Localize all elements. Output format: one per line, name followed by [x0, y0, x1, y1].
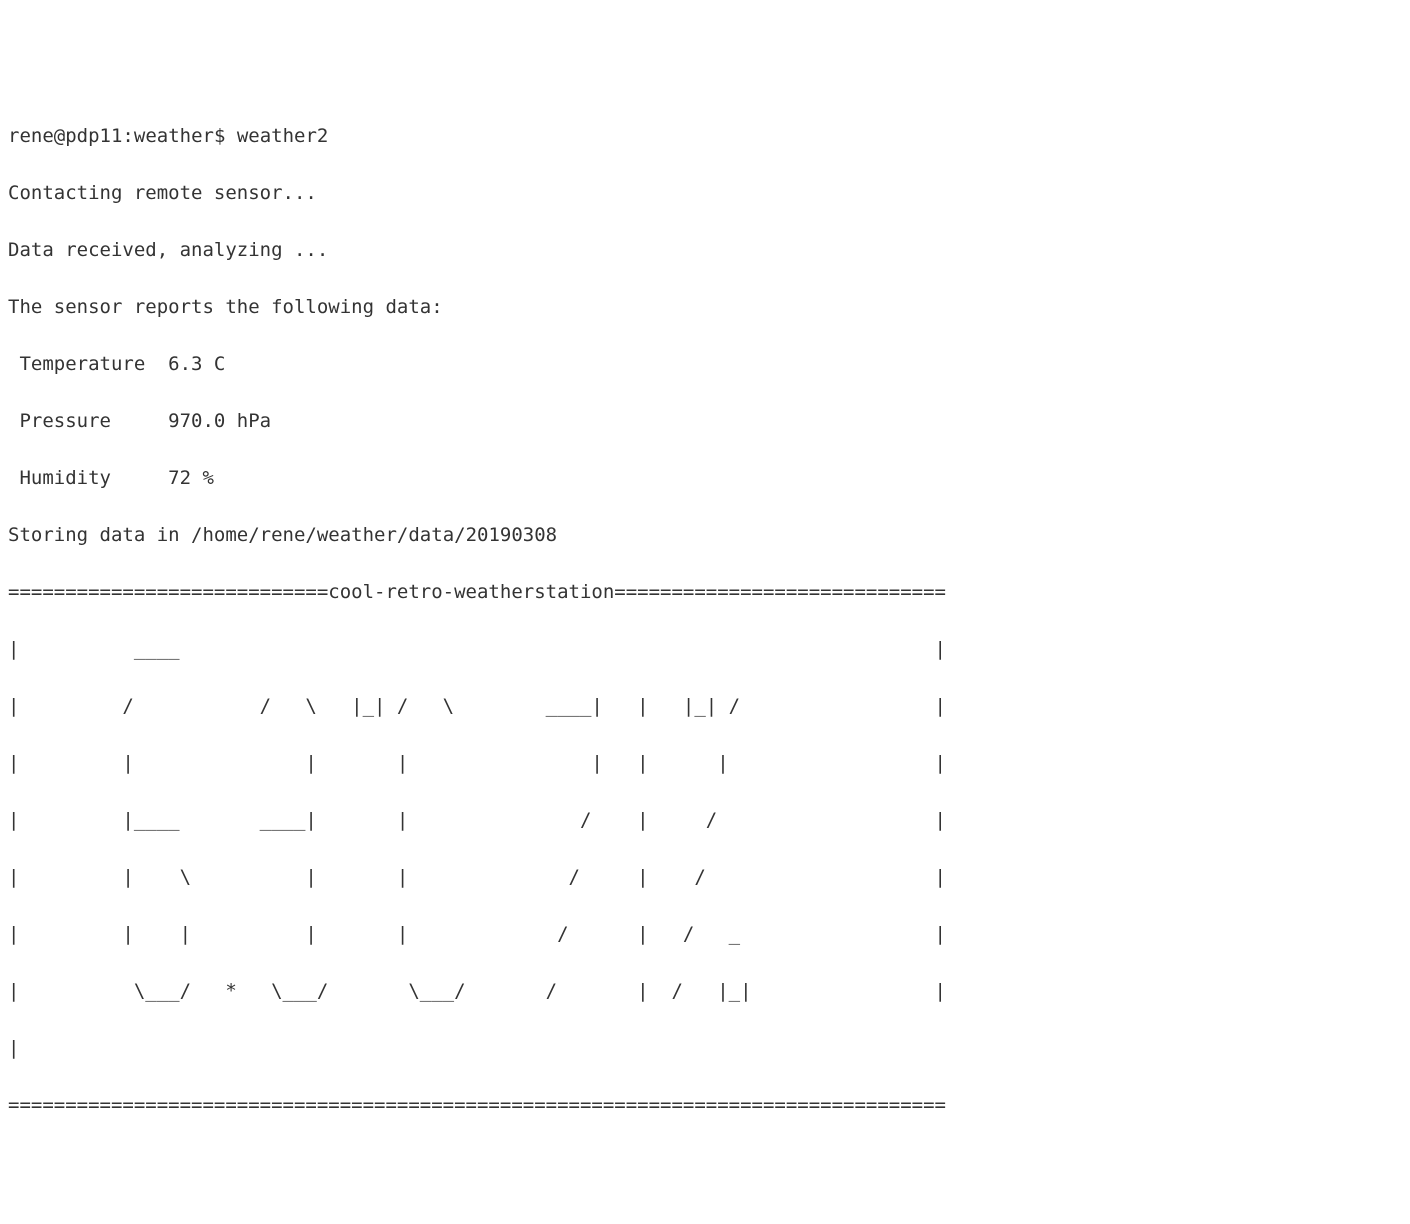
prompt-user: rene — [8, 125, 54, 147]
press-label: Pressure — [8, 410, 111, 432]
humid-label: Humidity — [8, 467, 111, 489]
prompt-host: pdp11 — [65, 125, 122, 147]
prompt-line: rene@pdp11:weather$ weather2 — [8, 122, 1402, 151]
ascii-line-7: | \___/ * \___/ \___/ / | / |_| | — [8, 977, 1402, 1006]
prompt-cwd: weather — [134, 125, 214, 147]
press-value: 970.0 hPa — [168, 410, 271, 432]
ascii-line-2: | / / \ |_| / \ ____| | |_| / | — [8, 692, 1402, 721]
status-reports: The sensor reports the following data: — [8, 293, 1402, 322]
prompt-command: weather2 — [237, 125, 329, 147]
storing-path: /home/rene/weather/data/20190308 — [191, 524, 557, 546]
status-received: Data received, analyzing ... — [8, 236, 1402, 265]
temp-label: Temperature — [8, 353, 145, 375]
reading-pressure: Pressure 970.0 hPa — [8, 407, 1402, 436]
ascii-line-5: | | \ | | / | / | — [8, 863, 1402, 892]
storing-prefix: Storing data in — [8, 524, 191, 546]
status-contacting: Contacting remote sensor... — [8, 179, 1402, 208]
ascii-line-1: | ____ | — [8, 635, 1402, 664]
ascii-line-8: | — [8, 1034, 1402, 1063]
storing-line: Storing data in /home/rene/weather/data/… — [8, 521, 1402, 550]
ascii-line-3: | | | | | | | | — [8, 749, 1402, 778]
ascii-line-6: | | | | | / | / _ | — [8, 920, 1402, 949]
temp-value: 6.3 C — [168, 353, 225, 375]
reading-humidity: Humidity 72 % — [8, 464, 1402, 493]
ascii-banner-top: ============================cool-retro-w… — [8, 578, 1402, 607]
ascii-line-4: | |____ ____| | / | / | — [8, 806, 1402, 835]
reading-temperature: Temperature 6.3 C — [8, 350, 1402, 379]
humid-value: 72 % — [168, 467, 214, 489]
ascii-banner-bottom: ========================================… — [8, 1091, 1402, 1120]
